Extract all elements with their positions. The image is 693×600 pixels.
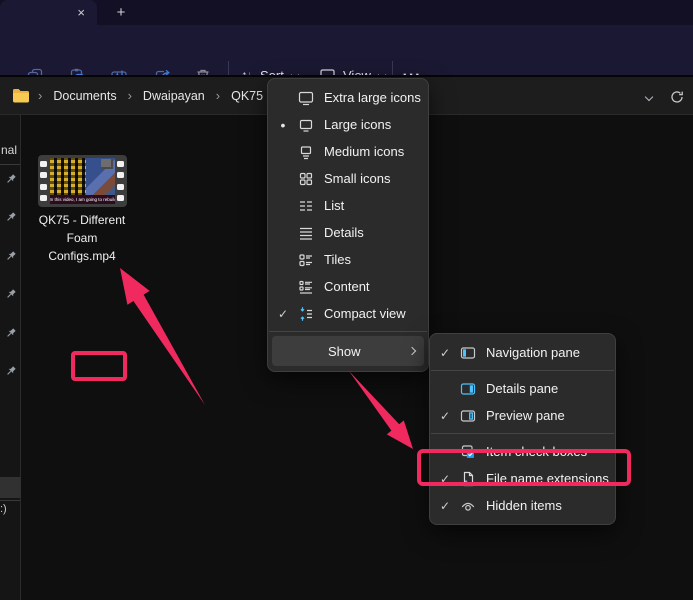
view-dropdown-menu: Extra large icons • Large icons Medium i… [267, 78, 429, 372]
menu-item-large-icons[interactable]: • Large icons [268, 111, 428, 138]
pin-icon[interactable] [4, 172, 18, 186]
pin-icon[interactable] [4, 210, 18, 224]
menu-separator [431, 370, 614, 371]
menu-item-medium-icons[interactable]: Medium icons [268, 138, 428, 165]
thumbnail-image: In this video, I am going to rebuild my [50, 158, 115, 204]
radio-dot-icon: • [281, 117, 286, 133]
extra-large-icons-icon [298, 90, 324, 106]
pin-icon[interactable] [4, 364, 18, 378]
menu-item-extra-large-icons[interactable]: Extra large icons [268, 84, 428, 111]
address-dropdown-chevron-icon[interactable] [645, 93, 653, 101]
check-icon: ✓ [430, 346, 460, 360]
check-icon: ✓ [430, 409, 460, 423]
sidebar-selected-item[interactable] [0, 477, 21, 498]
pin-icon[interactable] [4, 326, 18, 340]
pin-icon[interactable] [4, 249, 18, 263]
navigation-pane-clipped: nal :) [0, 115, 21, 600]
menu-item-hidden-items[interactable]: ✓ Hidden items [430, 492, 615, 519]
large-icons-icon [298, 117, 324, 133]
check-icon: ✓ [268, 307, 298, 321]
details-pane-icon [460, 381, 486, 397]
menu-item-show[interactable]: Show [272, 336, 424, 366]
sidebar-divider [0, 500, 20, 501]
desk-image [86, 158, 115, 196]
file-name-label: QK75 - Different Foam Configs.mp4 [26, 211, 138, 265]
filmstrip-holes-right [115, 155, 127, 207]
preview-pane-icon [460, 408, 486, 424]
menu-item-content[interactable]: Content [268, 273, 428, 300]
list-icon [298, 198, 324, 214]
breadcrumb-qk75[interactable]: QK75 [224, 85, 270, 107]
sidebar-partial-drive-label: :) [0, 503, 7, 515]
menu-item-navigation-pane[interactable]: ✓ Navigation pane [430, 339, 615, 366]
show-submenu: ✓ Navigation pane Details pane ✓ Preview… [429, 333, 616, 525]
file-name-line-3: Configs.mp4 [26, 247, 138, 265]
menu-item-small-icons[interactable]: Small icons [268, 165, 428, 192]
chevron-right-icon [408, 347, 416, 355]
refresh-icon[interactable] [669, 89, 685, 105]
thumbnail-caption: In this video, I am going to rebuild my [50, 195, 115, 204]
video-file-item[interactable]: In this video, I am going to rebuild my … [26, 155, 138, 265]
check-icon: ✓ [430, 499, 460, 513]
details-icon [298, 225, 324, 241]
breadcrumb-separator: › [126, 88, 134, 103]
menu-separator [269, 331, 427, 332]
menu-item-item-check-boxes[interactable]: Item check boxes [430, 438, 615, 465]
check-icon: ✓ [430, 472, 460, 486]
folder-icon [12, 88, 30, 103]
file-name-extensions-icon [460, 471, 486, 487]
menu-separator [431, 433, 614, 434]
tiles-icon [298, 252, 324, 268]
explorer-tab[interactable]: × [0, 0, 97, 25]
filmstrip-holes-left [38, 155, 50, 207]
tab-bar: × + [0, 0, 693, 25]
sidebar-partial-label: nal [1, 143, 17, 157]
breadcrumb-documents[interactable]: Documents [46, 85, 123, 107]
sidebar-divider [0, 164, 20, 165]
new-tab-button[interactable]: + [110, 2, 132, 23]
small-icons-icon [298, 171, 324, 187]
keyboard-image [50, 158, 86, 196]
breadcrumb-separator: › [36, 88, 44, 103]
item-check-boxes-icon [460, 444, 486, 460]
box-image [101, 159, 113, 169]
navigation-pane-icon [460, 345, 486, 361]
breadcrumb: › Documents › Dwaipayan › QK75 [0, 85, 270, 107]
medium-icons-icon [298, 144, 324, 160]
content-icon [298, 279, 324, 295]
hidden-items-eye-icon [460, 498, 486, 514]
video-thumbnail: In this video, I am going to rebuild my [38, 155, 127, 207]
file-explorer-window: × + [0, 0, 693, 600]
menu-item-file-name-extensions[interactable]: ✓ File name extensions [430, 465, 615, 492]
tab-close-icon[interactable]: × [77, 6, 85, 19]
menu-item-details[interactable]: Details [268, 219, 428, 246]
menu-item-list[interactable]: List [268, 192, 428, 219]
menu-item-tiles[interactable]: Tiles [268, 246, 428, 273]
menu-item-compact-view[interactable]: ✓ Compact view [268, 300, 428, 327]
file-name-line-1: QK75 - Different [26, 211, 138, 229]
pin-icon[interactable] [4, 287, 18, 301]
file-name-line-2: Foam [26, 229, 138, 247]
command-toolbar: ↑↓ Sort View ··· [0, 25, 693, 75]
breadcrumb-separator: › [214, 88, 222, 103]
breadcrumb-dwaipayan[interactable]: Dwaipayan [136, 85, 212, 107]
compact-view-icon [298, 306, 324, 322]
menu-item-details-pane[interactable]: Details pane [430, 375, 615, 402]
menu-item-preview-pane[interactable]: ✓ Preview pane [430, 402, 615, 429]
